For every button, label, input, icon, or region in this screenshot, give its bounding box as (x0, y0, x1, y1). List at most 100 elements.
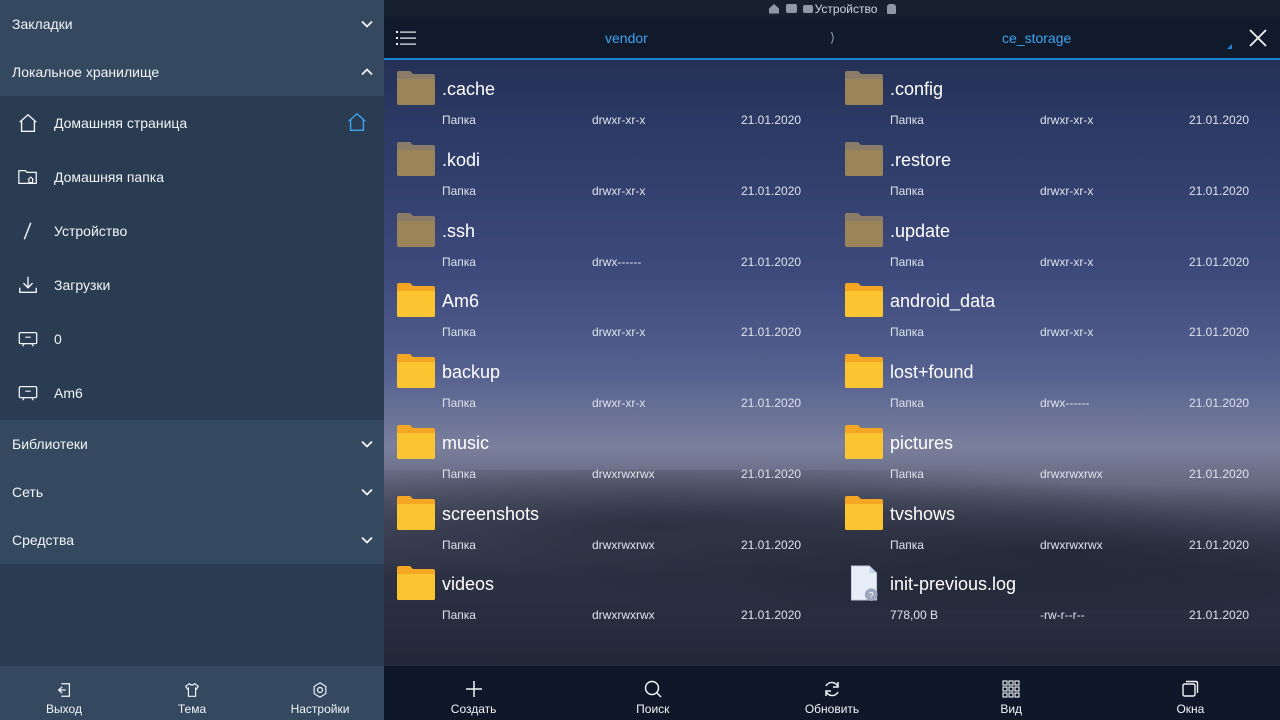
sidebar-footer: Выход Тема Настройки (0, 666, 384, 720)
folder-icon (845, 495, 883, 530)
windows-button[interactable]: Окна (1101, 666, 1280, 720)
folder-item[interactable]: .config Папка drwxr-xr-x 21.01.2020 (832, 60, 1280, 131)
file-item[interactable]: ? init-previous.log 778,00 B -rw-r--r-- 21.0… (832, 555, 1280, 626)
theme-button[interactable]: Тема (128, 666, 256, 720)
file-name: tvshows (890, 503, 956, 524)
file-permissions: drwxr-xr-x (1040, 325, 1094, 340)
section-tools[interactable]: Средства (0, 516, 384, 564)
file-name: init-previous.log (890, 574, 1017, 595)
file-type: Папка (890, 254, 924, 269)
section-label: Библиотеки (12, 436, 88, 452)
sidebar-item-label: Загрузки (54, 277, 111, 293)
folder-item[interactable]: .kodi Папка drwxr-xr-x 21.01.2020 (384, 131, 832, 202)
sidebar-item-device[interactable]: Устройство (0, 204, 384, 258)
folder-item[interactable]: music Папка drwxrwxrwx 21.01.2020 (384, 414, 832, 485)
breadcrumb-ce-storage[interactable]: ce_storage (1002, 30, 1071, 46)
grid-view-icon (1002, 680, 1020, 698)
file-type: Папка (890, 396, 924, 410)
file-date: 21.01.2020 (1189, 254, 1250, 269)
file-type: Папка (442, 113, 476, 127)
file-type: Папка (442, 537, 476, 552)
file-date: 21.01.2020 (741, 325, 802, 340)
file-permissions: drwxr-xr-x (592, 396, 646, 410)
folder-item[interactable]: .restore Папка drwxr-xr-x 21.01.2020 (832, 131, 1280, 202)
file-type: Папка (890, 537, 924, 552)
folder-icon (397, 354, 435, 388)
view-button[interactable]: Вид (922, 666, 1101, 720)
slash-icon (16, 219, 40, 243)
refresh-button[interactable]: Обновить (742, 666, 921, 720)
folder-icon (397, 566, 435, 601)
status-bar: Устройство (384, 0, 1280, 17)
file-name: lost+found (890, 362, 974, 382)
folder-item[interactable]: backup Папка drwxr-xr-x 21.01.2020 (384, 343, 832, 414)
file-name: .cache (442, 79, 496, 99)
section-libraries[interactable]: Библиотеки (0, 420, 384, 468)
home-folder-icon (16, 165, 40, 189)
folder-icon (845, 141, 883, 176)
section-label: Сеть (12, 484, 44, 500)
file-type: Папка (890, 183, 924, 198)
settings-button[interactable]: Настройки (256, 666, 384, 720)
search-label: Поиск (636, 702, 670, 716)
sidebar-item-downloads[interactable]: Загрузки (0, 258, 384, 312)
message-status-icon (785, 4, 797, 13)
section-network[interactable]: Сеть (0, 468, 384, 516)
folder-item[interactable]: pictures Папка drwxrwxrwx 21.01.2020 (832, 414, 1280, 485)
view-label: Вид (1000, 702, 1023, 716)
list-menu-icon[interactable] (396, 29, 416, 47)
sidebar: Закладки Локальное хранилище Домашняя ст… (0, 0, 384, 720)
theme-label: Тема (177, 702, 207, 716)
gear-icon (313, 682, 327, 698)
folder-icon (845, 71, 883, 105)
sidebar-item-home-page[interactable]: Домашняя страница (0, 96, 384, 150)
folder-item[interactable]: tvshows Папка drwxrwxrwx 21.01.2020 (832, 485, 1280, 556)
folder-item[interactable]: lost+found Папка drwx------ 21.01.2020 (832, 343, 1280, 414)
chevron-up-icon (361, 68, 373, 76)
sidebar-item-storage-am6[interactable]: Am6 (0, 366, 384, 420)
file-date: 21.01.2020 (1189, 396, 1250, 410)
breadcrumb-vendor[interactable]: vendor (605, 30, 648, 46)
close-icon[interactable] (1248, 28, 1268, 48)
folder-item[interactable]: videos Папка drwxrwxrwx 21.01.2020 (384, 555, 832, 626)
exit-label: Выход (46, 702, 82, 716)
file-permissions: drwxr-xr-x (592, 113, 646, 127)
folder-item[interactable]: screenshots Папка drwxrwxrwx 21.01.2020 (384, 485, 832, 556)
file-date: 21.01.2020 (741, 396, 802, 410)
file-type: Папка (442, 183, 476, 198)
file-date: 21.01.2020 (1189, 466, 1250, 481)
storage-icon (16, 327, 40, 351)
plus-icon (465, 681, 482, 697)
folder-icon (397, 495, 435, 530)
file-type: Папка (442, 325, 476, 340)
folder-icon (845, 354, 883, 388)
search-button[interactable]: Поиск (563, 666, 742, 720)
file-date: 21.01.2020 (741, 466, 802, 481)
folder-icon (845, 283, 883, 318)
path-toolbar: vendor ⟩ ce_storage (384, 17, 1280, 60)
section-bookmarks[interactable]: Закладки (0, 0, 384, 48)
folder-item[interactable]: .cache Папка drwxr-xr-x 21.01.2020 (384, 60, 832, 131)
svg-text:?: ? (869, 591, 874, 601)
file-permissions: drwxr-xr-x (1040, 254, 1094, 269)
file-date: 21.01.2020 (1189, 113, 1250, 127)
file-type: Папка (890, 325, 924, 340)
file-date: 21.01.2020 (1189, 183, 1250, 198)
section-label: Средства (12, 532, 75, 548)
sidebar-item-home-folder[interactable]: Домашняя папка (0, 150, 384, 204)
folder-item[interactable]: android_data Папка drwxr-xr-x 21.01.2020 (832, 272, 1280, 343)
sidebar-item-label: Домашняя папка (54, 169, 165, 185)
folder-item[interactable]: Am6 Папка drwxr-xr-x 21.01.2020 (384, 272, 832, 343)
create-button[interactable]: Создать (384, 666, 563, 720)
section-local-storage[interactable]: Локальное хранилище (0, 48, 384, 96)
file-permissions: drwxrwxrwx (592, 608, 655, 623)
file-type: Папка (890, 466, 924, 481)
file-date: 21.01.2020 (1189, 325, 1250, 340)
exit-button[interactable]: Выход (0, 666, 128, 720)
folder-item[interactable]: .ssh Папка drwx------ 21.01.2020 (384, 202, 832, 273)
sidebar-item-storage-0[interactable]: 0 (0, 312, 384, 366)
folder-icon (397, 283, 435, 318)
set-home-icon[interactable] (346, 111, 368, 133)
action-bar: Создать Поиск Обновить Вид Окна (384, 666, 1280, 720)
folder-item[interactable]: .update Папка drwxr-xr-x 21.01.2020 (832, 202, 1280, 273)
